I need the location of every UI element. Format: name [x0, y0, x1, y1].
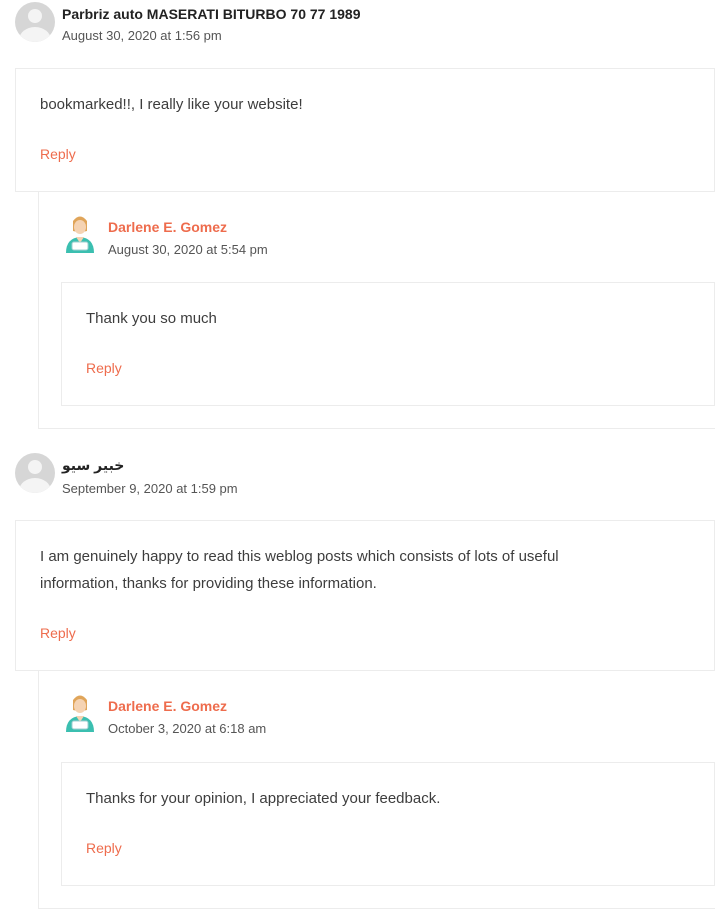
- comment-text: bookmarked!!, I really like your website…: [40, 96, 303, 113]
- comment-body-box: I am genuinely happy to read this weblog…: [15, 520, 715, 671]
- reply-text: Thank you so much: [86, 310, 217, 327]
- reply-link[interactable]: Reply: [40, 625, 76, 641]
- comment-body-box: bookmarked!!, I really like your website…: [15, 68, 715, 192]
- comment-text-line-2: information, thanks for providing these …: [40, 575, 377, 592]
- comment-text-line-1: I am genuinely happy to read this weblog…: [40, 548, 559, 565]
- nurse-avatar-icon: [66, 695, 94, 732]
- reply-author[interactable]: Darlene E. Gomez: [108, 698, 227, 714]
- nurse-avatar-icon: [66, 216, 94, 253]
- reply-text: Thanks for your opinion, I appreciated y…: [86, 790, 441, 807]
- reply-link[interactable]: Reply: [40, 146, 76, 162]
- comment-date[interactable]: August 30, 2020 at 1:56 pm: [62, 28, 222, 43]
- reply-body-box: Thank you so much Reply: [61, 282, 715, 406]
- reply-body-box: Thanks for your opinion, I appreciated y…: [61, 762, 715, 886]
- comment-date[interactable]: September 9, 2020 at 1:59 pm: [62, 481, 238, 496]
- reply-date[interactable]: October 3, 2020 at 6:18 am: [108, 721, 266, 736]
- reply-author[interactable]: Darlene E. Gomez: [108, 219, 227, 235]
- default-avatar-icon: [15, 2, 55, 42]
- default-avatar-icon: [15, 453, 55, 493]
- comment-author: Parbriz auto MASERATI BITURBO 70 77 1989: [62, 6, 361, 22]
- reply-link[interactable]: Reply: [86, 840, 122, 856]
- comment-author: خبیر سیو: [62, 457, 125, 473]
- reply-link[interactable]: Reply: [86, 360, 122, 376]
- reply-date[interactable]: August 30, 2020 at 5:54 pm: [108, 242, 268, 257]
